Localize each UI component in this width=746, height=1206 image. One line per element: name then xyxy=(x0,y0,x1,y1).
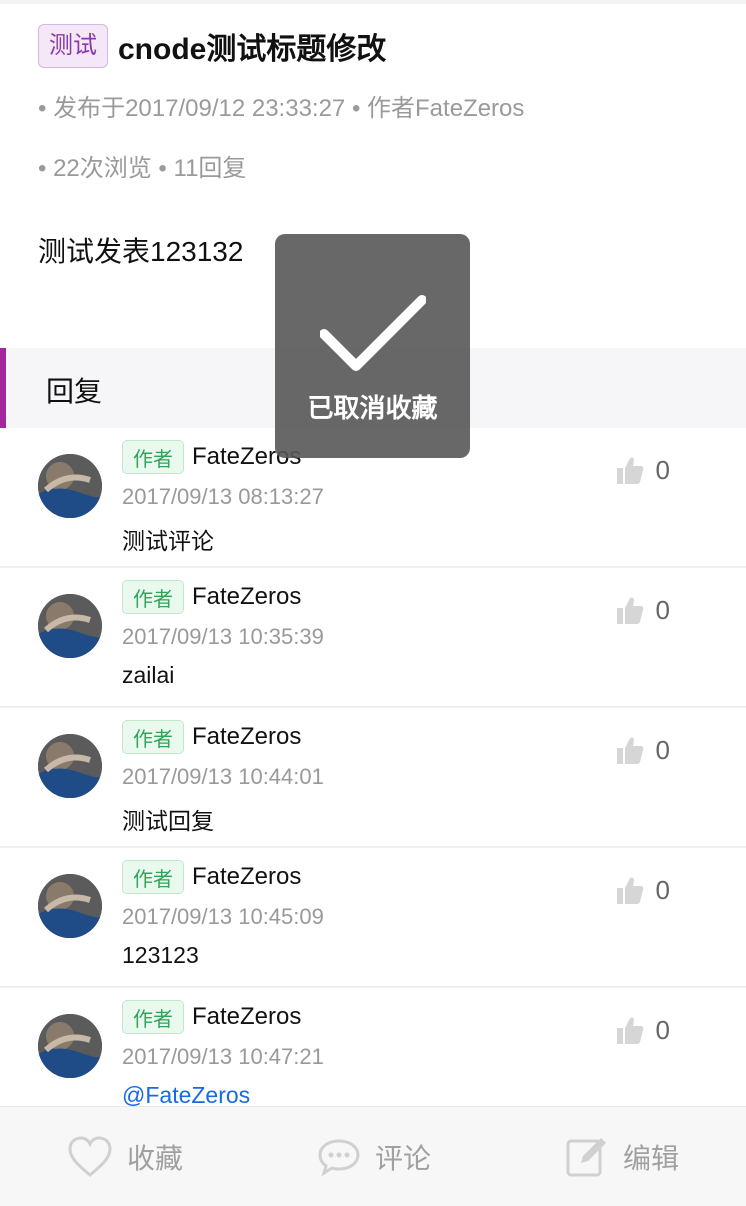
reply-author-name[interactable]: FateZeros xyxy=(192,863,301,891)
avatar[interactable] xyxy=(38,874,102,938)
like-button[interactable]: 0 xyxy=(614,1014,670,1046)
thumbs-up-icon xyxy=(616,597,643,624)
like-button[interactable]: 0 xyxy=(614,454,670,486)
like-count: 0 xyxy=(655,1014,670,1045)
author-badge: 作者 xyxy=(122,580,184,614)
publish-meta: • 发布于2017/09/12 23:33:27 • 作者FateZeros xyxy=(38,95,525,122)
edit-label: 编辑 xyxy=(622,1142,679,1174)
like-count: 0 xyxy=(655,454,670,485)
like-count: 0 xyxy=(655,734,670,765)
topic-tag: 测试 xyxy=(38,24,108,68)
reply-time: 2017/09/13 10:35:39 xyxy=(122,624,324,649)
unfavorite-toast: 已取消收藏 xyxy=(275,234,470,458)
reply-author-row: 作者 FateZeros xyxy=(122,860,301,894)
accent-bar xyxy=(0,348,6,428)
reply-item: 作者 FateZeros 2017/09/13 10:35:39 zailai … xyxy=(0,568,746,708)
heart-icon xyxy=(68,1135,112,1177)
thumbs-up-icon xyxy=(616,457,643,484)
comment-label: 评论 xyxy=(374,1142,431,1174)
reply-author-name[interactable]: FateZeros xyxy=(192,1003,301,1031)
reply-text: 测试评论 xyxy=(122,528,214,554)
avatar[interactable] xyxy=(38,734,102,798)
like-button[interactable]: 0 xyxy=(614,594,670,626)
mention-link[interactable]: @FateZeros xyxy=(122,1082,250,1109)
author-badge: 作者 xyxy=(122,440,184,474)
topic-title: cnode测试标题修改 xyxy=(118,33,387,66)
avatar[interactable] xyxy=(38,594,102,658)
reply-author-name[interactable]: FateZeros xyxy=(192,583,301,611)
topic-content: 测试发表123132 xyxy=(38,236,244,267)
edit-icon xyxy=(566,1137,606,1176)
title-row: 测试 cnode测试标题修改 xyxy=(38,24,386,68)
like-button[interactable]: 0 xyxy=(614,734,670,766)
author-badge: 作者 xyxy=(122,1000,184,1034)
thumbs-up-icon xyxy=(616,877,643,904)
reply-text: 测试回复 xyxy=(122,808,214,834)
author-badge: 作者 xyxy=(122,860,184,894)
reply-author-row: 作者 FateZeros xyxy=(122,580,301,614)
like-count: 0 xyxy=(655,594,670,625)
edit-button[interactable]: 编辑 xyxy=(565,1135,679,1179)
thumbs-up-icon xyxy=(616,737,643,764)
comment-icon xyxy=(318,1138,360,1176)
view-reply-meta: • 22次浏览 • 11回复 xyxy=(38,155,247,182)
toast-message: 已取消收藏 xyxy=(307,393,438,423)
bottom-action-bar: 收藏 评论 编辑 xyxy=(0,1106,746,1206)
comment-button[interactable]: 评论 xyxy=(317,1137,431,1177)
reply-section-label: 回复 xyxy=(46,376,103,407)
topic-detail-page: 测试 cnode测试标题修改 • 发布于2017/09/12 23:33:27 … xyxy=(0,0,746,1206)
top-divider xyxy=(0,0,746,4)
reply-time: 2017/09/13 10:45:09 xyxy=(122,904,324,929)
thumbs-up-icon xyxy=(616,1017,643,1044)
avatar[interactable] xyxy=(38,454,102,518)
reply-text: zailai xyxy=(122,662,175,688)
like-count: 0 xyxy=(655,874,670,905)
favorite-button[interactable]: 收藏 xyxy=(67,1135,183,1178)
reply-item: 作者 FateZeros 2017/09/13 10:45:09 123123 … xyxy=(0,848,746,988)
reply-author-name[interactable]: FateZeros xyxy=(192,723,301,751)
avatar[interactable] xyxy=(38,1014,102,1078)
author-badge: 作者 xyxy=(122,720,184,754)
checkmark-icon xyxy=(319,295,426,371)
reply-time: 2017/09/13 08:13:27 xyxy=(122,484,324,509)
reply-author-row: 作者 FateZeros xyxy=(122,1000,301,1034)
reply-text: 123123 xyxy=(122,942,199,968)
reply-author-row: 作者 FateZeros xyxy=(122,720,301,754)
reply-item: 作者 FateZeros 2017/09/13 10:44:01 测试回复 0 xyxy=(0,708,746,848)
reply-time: 2017/09/13 10:44:01 xyxy=(122,764,324,789)
like-button[interactable]: 0 xyxy=(614,874,670,906)
reply-time: 2017/09/13 10:47:21 xyxy=(122,1044,324,1069)
favorite-label: 收藏 xyxy=(126,1142,183,1174)
